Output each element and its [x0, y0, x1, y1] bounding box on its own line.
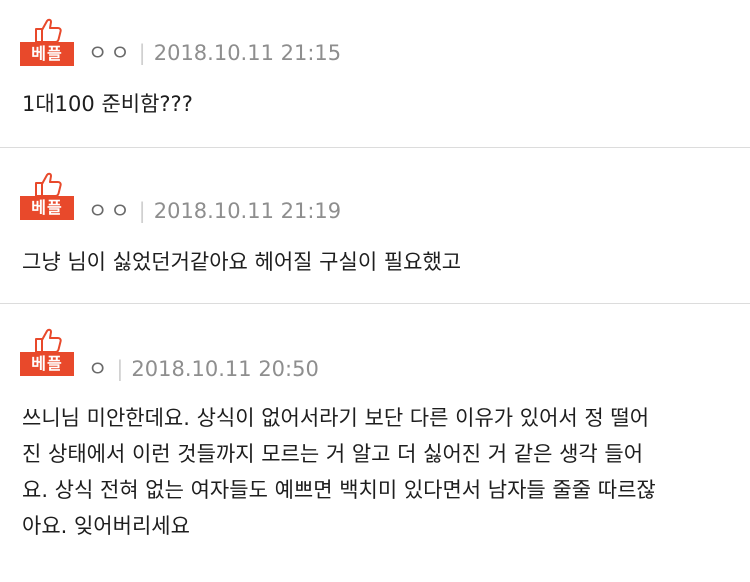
comment-text: 쓰니님 미안한데요. 상식이 없어서라기 보단 다른 이유가 있어서 정 떨어 …	[22, 406, 656, 538]
thumbs-up-icon	[35, 172, 62, 196]
best-label: 베플	[20, 352, 74, 376]
meta-separator: |	[138, 199, 146, 223]
comment-meta: ㅇ | 2018.10.11 20:50	[88, 354, 319, 384]
comment-timestamp: 2018.10.11 21:19	[153, 199, 342, 223]
author-name[interactable]: ㅇㅇ	[88, 199, 133, 223]
comment-text: 그냥 님이 싫었던거같아요 헤어질 구실이 필요했고	[22, 250, 462, 274]
meta-separator: |	[116, 357, 124, 381]
author-name[interactable]: ㅇㅇ	[88, 41, 133, 65]
comment-timestamp: 2018.10.11 21:15	[153, 41, 342, 65]
comment-meta: ㅇㅇ | 2018.10.11 21:15	[88, 38, 341, 68]
comment-item: 베플 ㅇ | 2018.10.11 20:50 쓰니님 미안한데요. 상식이 없어서…	[0, 304, 750, 582]
comment-text: 1대100 준비함???	[22, 92, 193, 116]
thumbs-up-icon	[35, 328, 62, 352]
comment-item: 베플 ㅇㅇ | 2018.10.11 21:15 1대100 준비함???	[0, 0, 750, 148]
best-comment-badge: 베플	[20, 18, 74, 66]
meta-separator: |	[138, 41, 146, 65]
best-comment-badge: 베플	[20, 328, 74, 376]
best-label: 베플	[20, 196, 74, 220]
best-comment-badge: 베플	[20, 172, 74, 220]
comment-meta: ㅇㅇ | 2018.10.11 21:19	[88, 196, 341, 226]
best-label: 베플	[20, 42, 74, 66]
comment-timestamp: 2018.10.11 20:50	[131, 357, 319, 381]
author-name[interactable]: ㅇ	[88, 357, 110, 381]
comment-item: 베플 ㅇㅇ | 2018.10.11 21:19 그냥 님이 싫었던거같아요 헤어질…	[0, 148, 750, 304]
thumbs-up-icon	[35, 18, 62, 42]
